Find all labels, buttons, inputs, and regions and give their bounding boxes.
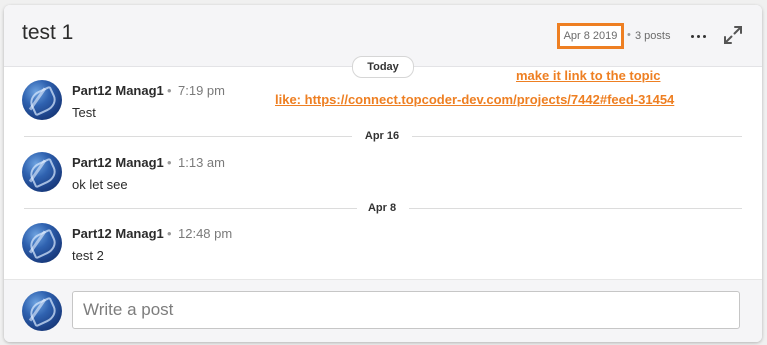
post-time[interactable]: 12:48 pm — [178, 226, 232, 241]
more-options-button[interactable] — [687, 27, 709, 45]
avatar[interactable] — [22, 80, 62, 120]
expand-button[interactable] — [723, 25, 743, 45]
expand-icon — [724, 26, 742, 44]
topic-card: test 1 Apr 8 2019 • 3 posts Today make i… — [4, 5, 762, 342]
post-author[interactable]: Part12 Manag1 — [72, 155, 164, 170]
date-divider-line — [24, 208, 357, 209]
write-post-input[interactable] — [72, 291, 740, 329]
post-text: test 2 — [72, 248, 104, 263]
avatar[interactable] — [22, 223, 62, 263]
post-composer — [4, 279, 762, 342]
date-divider-line — [409, 208, 742, 209]
topic-date[interactable]: Apr 8 2019 — [557, 23, 624, 49]
more-horizontal-icon — [690, 34, 694, 38]
post-meta-separator: • — [167, 83, 172, 98]
post-text: ok let see — [72, 177, 128, 192]
annotation-line-2: like: https://connect.topcoder-dev.com/p… — [275, 92, 675, 107]
topic-title: test 1 — [22, 21, 74, 44]
post-meta-separator: • — [167, 155, 172, 170]
current-user-avatar — [22, 291, 62, 331]
post-time[interactable]: 7:19 pm — [178, 83, 225, 98]
date-divider-label: Apr 8 — [367, 202, 397, 214]
more-horizontal-icon-dot — [702, 34, 706, 38]
post-meta-separator: • — [167, 226, 172, 241]
post-author[interactable]: Part12 Manag1 — [72, 226, 164, 241]
avatar[interactable] — [22, 152, 62, 192]
annotation-line-1: make it link to the topic — [516, 68, 661, 83]
post-author[interactable]: Part12 Manag1 — [72, 83, 164, 98]
date-divider-line — [412, 136, 742, 137]
meta-separator: • — [627, 29, 631, 41]
date-divider-label: Apr 16 — [364, 130, 400, 142]
posts-count: 3 posts — [635, 30, 671, 42]
date-divider-line — [24, 136, 352, 137]
more-horizontal-icon-dot — [696, 34, 700, 38]
post-text: Test — [72, 105, 96, 120]
today-divider-pill: Today — [352, 56, 414, 78]
post-time[interactable]: 1:13 am — [178, 155, 225, 170]
